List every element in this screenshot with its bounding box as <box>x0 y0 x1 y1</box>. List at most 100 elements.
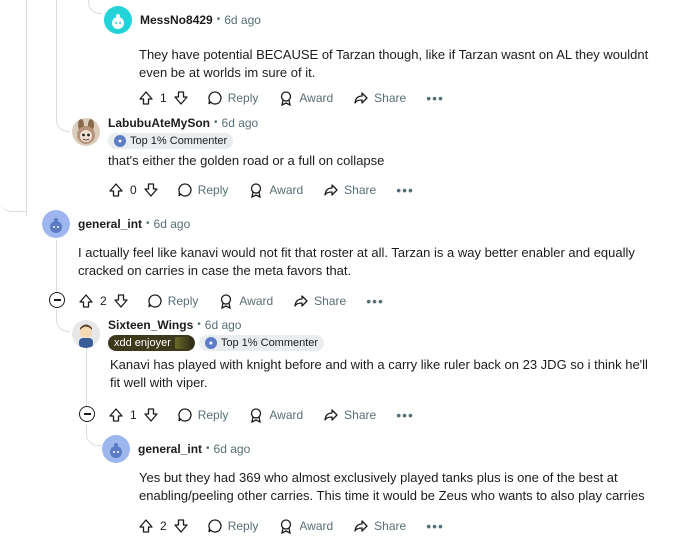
snoo-icon <box>50 218 62 233</box>
award-button[interactable]: Award <box>248 407 303 423</box>
vote-group: 1 <box>108 407 159 423</box>
award-button[interactable]: Award <box>278 90 333 106</box>
username[interactable]: general_int <box>138 441 202 457</box>
share-label: Share <box>344 408 377 422</box>
user-flair: xdd enjoyer <box>108 335 195 351</box>
avatar[interactable] <box>72 118 100 146</box>
comment-header: general_int • 6d ago <box>102 433 662 465</box>
timestamp[interactable]: 6d ago <box>154 216 191 232</box>
share-button[interactable]: Share <box>323 407 376 423</box>
comment-bubble-icon <box>208 91 222 105</box>
avatar[interactable] <box>42 210 70 238</box>
avatar[interactable] <box>72 320 100 348</box>
award-icon <box>251 408 262 423</box>
timestamp[interactable]: 6d ago <box>222 115 259 131</box>
upvote-icon[interactable] <box>138 90 154 106</box>
comment-body: I actually feel like kanavi would not fi… <box>78 245 635 278</box>
snoo-icon <box>112 14 124 29</box>
comment-actions: 1 Reply Award Share ••• <box>108 405 414 425</box>
share-icon <box>324 184 338 196</box>
collapse-thread-button[interactable] <box>79 406 95 422</box>
comment-header: general_int • 6d ago <box>42 208 662 240</box>
badge-icon: ● <box>204 337 217 349</box>
share-button[interactable]: Share <box>293 293 346 309</box>
downvote-icon[interactable] <box>143 407 159 423</box>
custom-avatar-icon <box>79 324 93 348</box>
username[interactable]: general_int <box>78 216 142 232</box>
upvote-icon[interactable] <box>108 182 124 198</box>
comment: general_int • 6d ago Yes but they had 36… <box>102 433 662 505</box>
award-button[interactable]: Award <box>218 293 273 309</box>
reply-label: Reply <box>197 183 229 197</box>
comment-meta: Sixteen_Wings • 6d ago xdd enjoyer ● Top … <box>108 317 325 351</box>
more-options-button[interactable]: ••• <box>426 91 444 105</box>
upvote-icon[interactable] <box>108 407 124 423</box>
share-label: Share <box>344 183 377 197</box>
vote-count: 2 <box>160 519 167 533</box>
award-button[interactable]: Award <box>278 518 333 534</box>
share-button[interactable]: Share <box>353 518 406 534</box>
comment-meta: LabubuAteMySon • 6d ago ● Top 1% Commente… <box>108 115 258 149</box>
award-icon <box>281 91 292 106</box>
award-button[interactable]: Award <box>248 182 303 198</box>
share-button[interactable]: Share <box>323 182 376 198</box>
upvote-icon[interactable] <box>138 518 154 534</box>
comment-body: Kanavi has played with knight before and… <box>110 357 648 390</box>
comment-bubble-icon <box>148 294 162 308</box>
share-icon <box>354 92 368 104</box>
downvote-icon[interactable] <box>173 518 189 534</box>
avatar[interactable] <box>104 6 132 34</box>
reply-button[interactable]: Reply <box>207 518 258 534</box>
comment-bubble-icon <box>178 183 192 197</box>
share-button[interactable]: Share <box>353 90 406 106</box>
downvote-icon[interactable] <box>143 182 159 198</box>
downvote-icon[interactable] <box>173 90 189 106</box>
separator-dot: • <box>146 218 150 229</box>
minus-icon <box>53 299 61 301</box>
thread-curve <box>56 108 70 132</box>
share-label: Share <box>314 294 347 308</box>
comment: MessNo8429 • 6d ago They have potential … <box>104 4 664 82</box>
reply-label: Reply <box>197 408 229 422</box>
more-options-button[interactable]: ••• <box>426 519 444 533</box>
more-options-button[interactable]: ••• <box>396 408 414 422</box>
comment: Sixteen_Wings • 6d ago xdd enjoyer ● Top … <box>72 318 662 392</box>
username[interactable]: MessNo8429 <box>140 12 213 28</box>
thread-curve <box>86 424 102 446</box>
reply-button[interactable]: Reply <box>177 407 229 423</box>
vote-group: 2 <box>78 293 129 309</box>
user-flair-label: xdd enjoyer <box>114 337 171 349</box>
comment-body: They have potential BECAUSE of Tarzan th… <box>139 47 649 80</box>
more-options-button[interactable]: ••• <box>396 183 414 197</box>
timestamp[interactable]: 6d ago <box>224 12 261 28</box>
separator-dot: • <box>197 319 201 330</box>
award-icon <box>281 519 292 534</box>
flair-label: Top 1% Commenter <box>220 337 319 349</box>
collapse-thread-button[interactable] <box>49 292 65 308</box>
reply-button[interactable]: Reply <box>207 90 258 106</box>
username[interactable]: Sixteen_Wings <box>108 317 193 333</box>
award-label: Award <box>299 91 334 105</box>
vote-count: 2 <box>100 294 107 308</box>
flair-emote-icon <box>174 337 193 349</box>
timestamp[interactable]: 6d ago <box>205 317 242 333</box>
reply-button[interactable]: Reply <box>147 293 198 309</box>
comment-body: Yes but they had 369 who almost exclusiv… <box>139 470 645 503</box>
share-icon <box>294 295 308 307</box>
snoo-icon <box>110 443 122 458</box>
comment-header: LabubuAteMySon • 6d ago ● Top 1% Commente… <box>72 115 652 149</box>
award-label: Award <box>269 183 304 197</box>
username[interactable]: LabubuAteMySon <box>108 115 210 131</box>
avatar[interactable] <box>102 435 130 463</box>
more-options-button[interactable]: ••• <box>366 294 384 308</box>
flair-label: Top 1% Commenter <box>130 135 228 147</box>
timestamp[interactable]: 6d ago <box>214 441 251 457</box>
comment-actions: 2 Reply Award Share ••• <box>78 291 384 311</box>
upvote-icon[interactable] <box>78 293 94 309</box>
reply-button[interactable]: Reply <box>177 182 229 198</box>
downvote-icon[interactable] <box>113 293 129 309</box>
comment-bubble-icon <box>178 408 192 422</box>
vote-group: 1 <box>138 90 189 106</box>
vote-count: 1 <box>160 91 167 105</box>
labubu-icon <box>77 119 95 144</box>
